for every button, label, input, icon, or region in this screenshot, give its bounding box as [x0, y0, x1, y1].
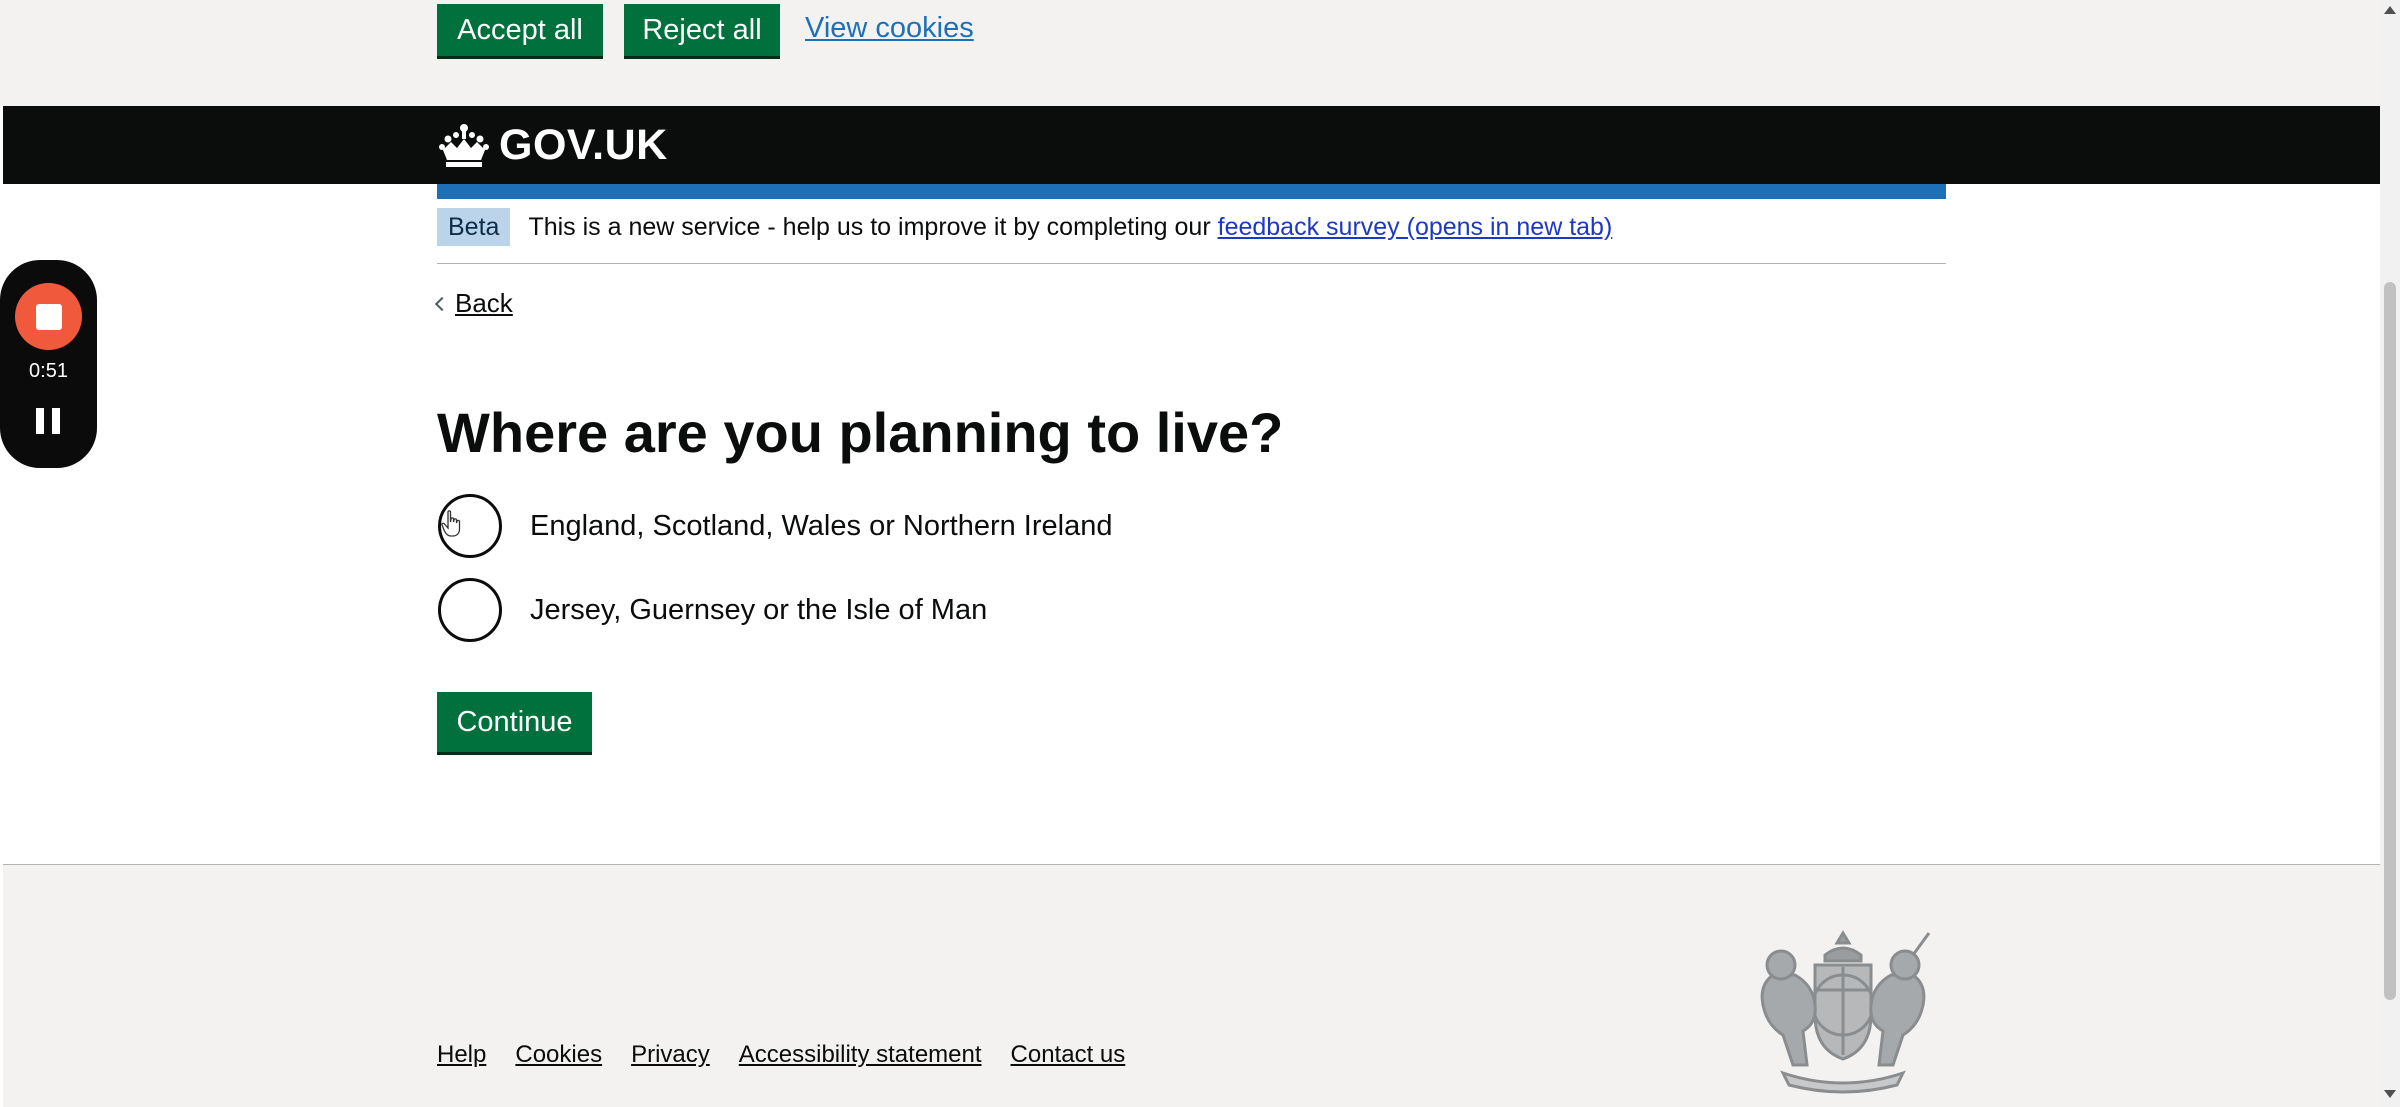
- radio-option-england-scotland-wales-ni[interactable]: England, Scotland, Wales or Northern Ire…: [438, 494, 1112, 558]
- chevron-left-icon: [434, 296, 450, 311]
- phase-banner: Beta This is a new service - help us to …: [437, 208, 1946, 264]
- continue-button[interactable]: Continue: [437, 692, 592, 752]
- recording-timer: 0:51: [29, 360, 68, 382]
- cookie-banner: Accept all Reject all View cookies: [0, 0, 2380, 106]
- page-title: Where are you planning to live?: [437, 401, 1284, 464]
- footer-link-cookies[interactable]: Cookies: [515, 1041, 602, 1069]
- crown-icon: [439, 124, 489, 167]
- govuk-logo-text: GOV.UK: [499, 120, 668, 169]
- hand-cursor-icon: [441, 510, 461, 537]
- back-link-label: Back: [455, 288, 513, 318]
- accept-all-cookies-button[interactable]: Accept all: [437, 4, 603, 56]
- govuk-logo-link[interactable]: GOV.UK: [439, 120, 668, 170]
- scroll-down-arrow-icon[interactable]: [2384, 1090, 2396, 1098]
- header-blue-bar: [437, 184, 1946, 199]
- stop-icon: [35, 303, 62, 330]
- footer-link-help[interactable]: Help: [437, 1041, 486, 1069]
- stop-recording-button[interactable]: [15, 283, 82, 350]
- phase-banner-text: This is a new service - help us to impro…: [528, 208, 1612, 246]
- view-cookies-link[interactable]: View cookies: [805, 12, 974, 45]
- radio-label[interactable]: Jersey, Guernsey or the Isle of Man: [530, 594, 987, 627]
- site-footer: Help Cookies Privacy Accessibility state…: [3, 864, 2380, 1107]
- footer-link-accessibility-statement[interactable]: Accessibility statement: [739, 1041, 982, 1069]
- page-scrollbar[interactable]: [2380, 0, 2400, 1107]
- footer-links: Help Cookies Privacy Accessibility state…: [437, 1041, 1125, 1069]
- beta-tag: Beta: [437, 208, 511, 246]
- radio-button[interactable]: [438, 578, 502, 642]
- scrollbar-thumb[interactable]: [2384, 282, 2396, 1000]
- scroll-up-arrow-icon[interactable]: [2384, 6, 2396, 14]
- royal-coat-of-arms-icon: [1760, 930, 1931, 1094]
- site-header: GOV.UK: [3, 106, 2380, 184]
- reject-all-cookies-button[interactable]: Reject all: [624, 4, 780, 56]
- footer-link-privacy[interactable]: Privacy: [631, 1041, 710, 1069]
- phase-banner-message: This is a new service - help us to impro…: [528, 213, 1211, 241]
- feedback-survey-link[interactable]: feedback survey (opens in new tab): [1218, 213, 1613, 241]
- back-link[interactable]: Back: [434, 288, 513, 319]
- footer-link-contact-us[interactable]: Contact us: [1011, 1041, 1126, 1069]
- pause-icon[interactable]: [36, 408, 60, 434]
- radio-label[interactable]: England, Scotland, Wales or Northern Ire…: [530, 510, 1112, 543]
- screen-recorder-widget: 0:51: [0, 260, 97, 468]
- radio-option-jersey-guernsey-isle-of-man[interactable]: Jersey, Guernsey or the Isle of Man: [438, 578, 987, 642]
